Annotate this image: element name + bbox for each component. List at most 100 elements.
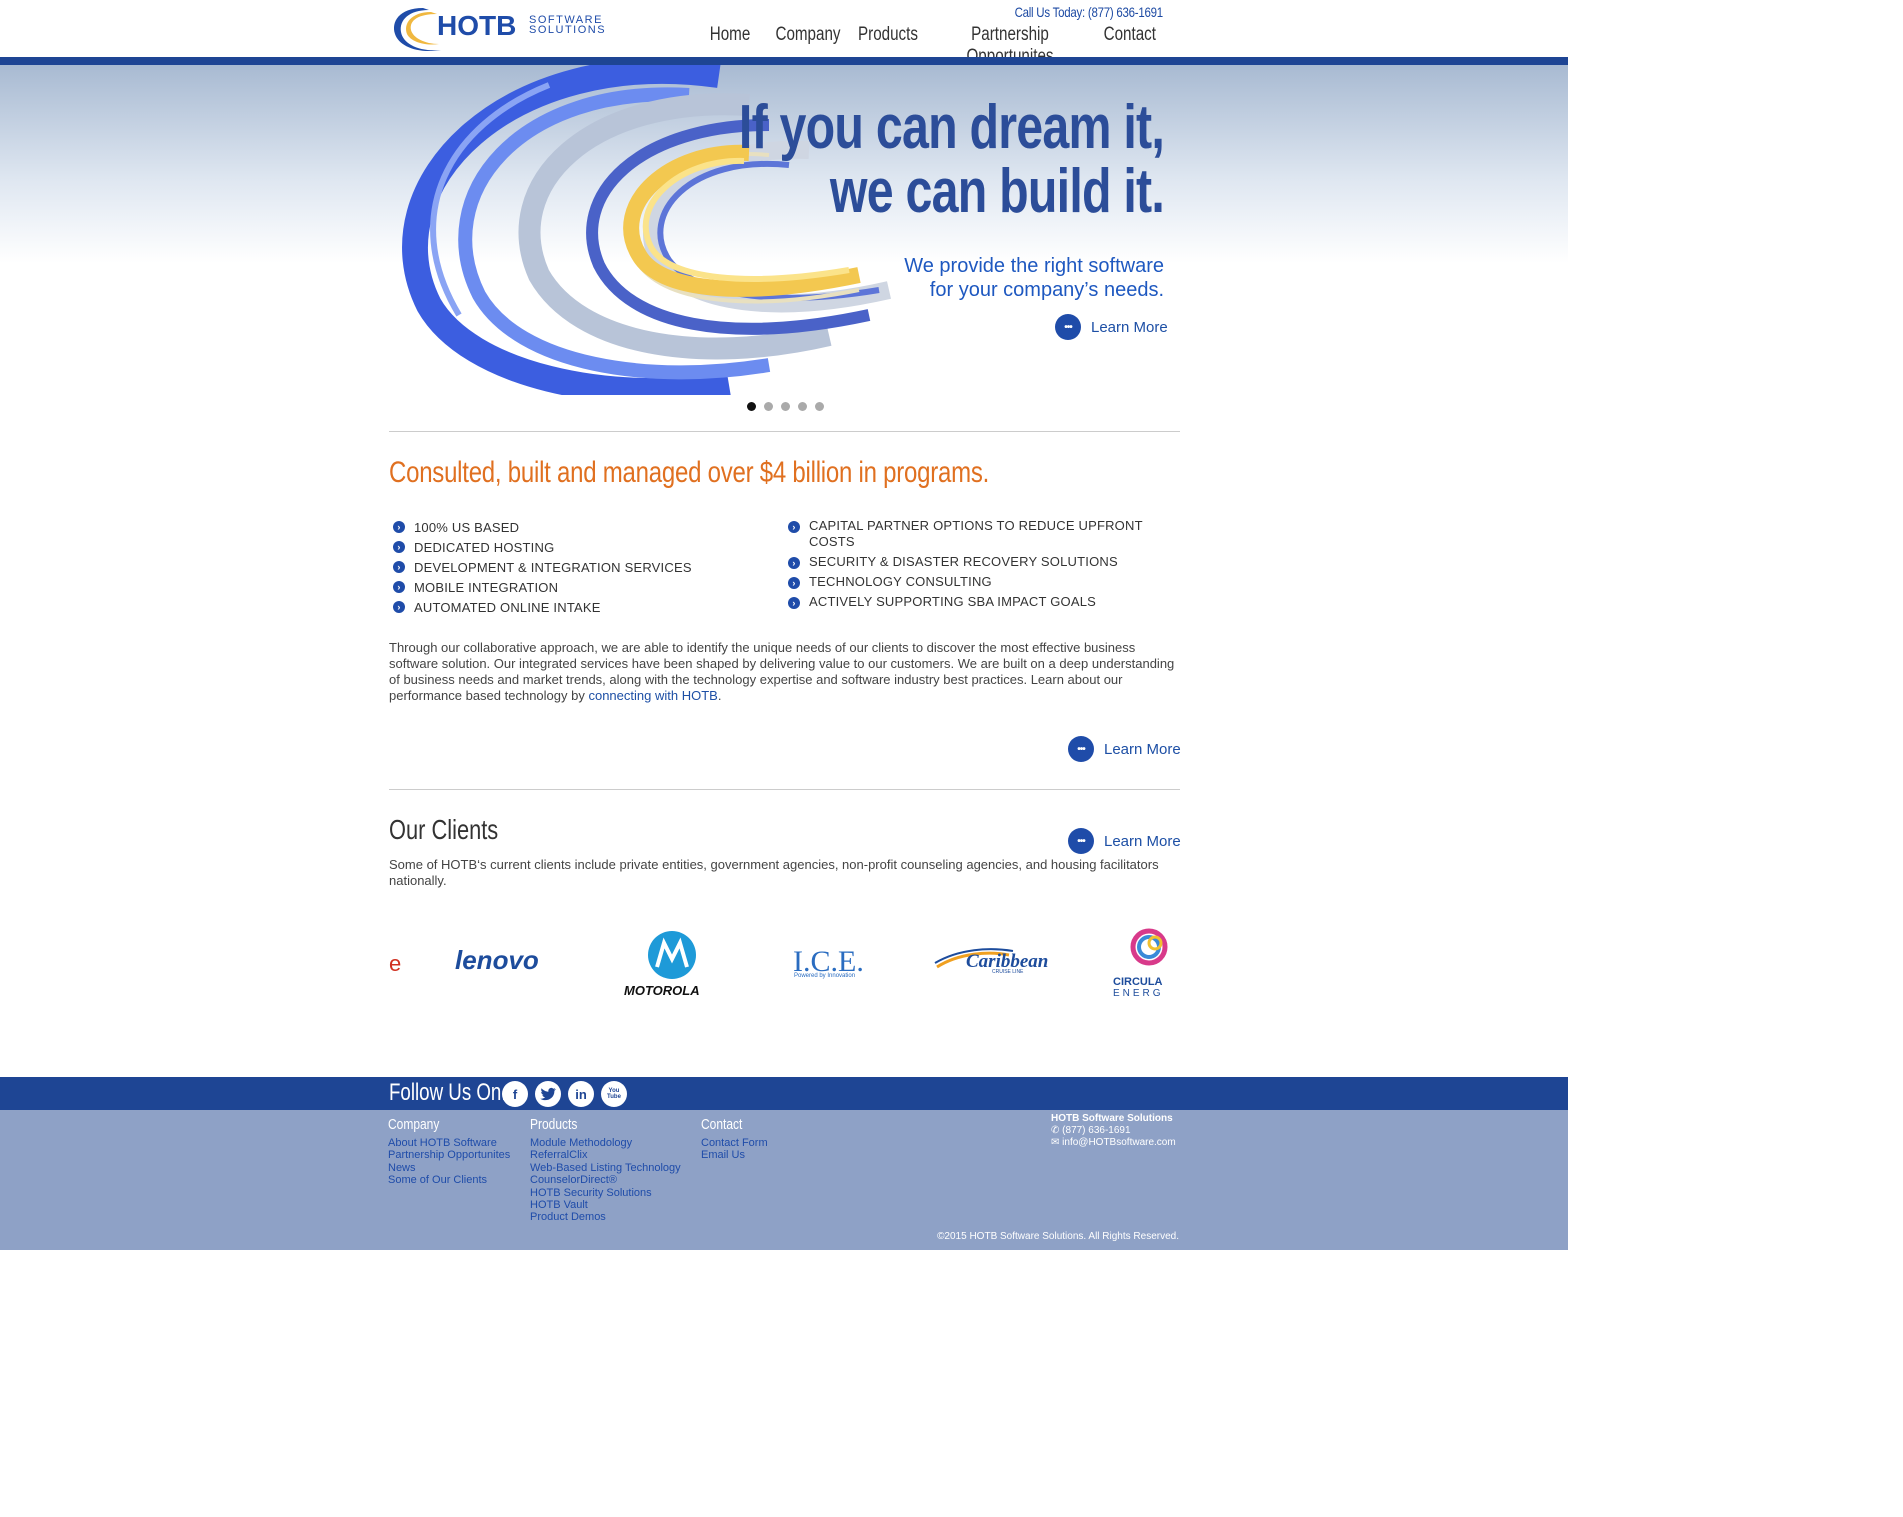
slide-dot-3[interactable] <box>781 402 790 411</box>
programs-learn-more-button[interactable]: ••• Learn More <box>1068 736 1181 762</box>
svg-text:ENERG: ENERG <box>1113 988 1164 999</box>
footer <box>0 1110 1568 1250</box>
footer-link[interactable]: ReferralClix <box>530 1149 681 1161</box>
programs-paragraph: Through our collaborative approach, we a… <box>389 640 1175 703</box>
chevron-right-icon: › <box>393 541 405 553</box>
chevron-right-icon: › <box>788 521 800 533</box>
footer-company-info: HOTB Software Solutions ✆ (877) 636-1691… <box>1051 1113 1176 1149</box>
features-list-right: › CAPITAL PARTNER OPTIONS TO REDUCE UPFRO… <box>784 518 1164 610</box>
hero-learn-more-label: Learn More <box>1091 318 1168 336</box>
partial-client-logo: e <box>389 951 401 976</box>
footer-link[interactable]: HOTB Vault <box>530 1199 681 1211</box>
chevron-right-icon: › <box>788 577 800 589</box>
footer-link[interactable]: Module Methodology <box>530 1137 681 1149</box>
clients-learn-more-button[interactable]: ••• Learn More <box>1068 828 1181 854</box>
list-item: › DEVELOPMENT & INTEGRATION SERVICES <box>389 558 769 578</box>
slide-dot-1[interactable] <box>747 402 756 411</box>
footer-link[interactable]: Contact Form <box>701 1137 768 1149</box>
svg-text:Powered by Innovation: Powered by Innovation <box>794 973 855 979</box>
facebook-icon[interactable]: f <box>502 1081 528 1107</box>
programs-learn-more-label: Learn More <box>1104 740 1181 758</box>
section-divider <box>389 431 1180 432</box>
more-dots-icon: ••• <box>1068 736 1094 762</box>
list-item: › 100% US BASED <box>389 518 769 538</box>
list-item: › SECURITY & DISASTER RECOVERY SOLUTIONS <box>784 554 1164 570</box>
footer-email[interactable]: info@HOTBsoftware.com <box>1062 1137 1176 1148</box>
connecting-link[interactable]: connecting with HOTB <box>588 688 717 703</box>
footer-link[interactable]: Web-Based Listing Technology <box>530 1162 681 1174</box>
slide-dot-2[interactable] <box>764 402 773 411</box>
footer-link[interactable]: News <box>388 1162 510 1174</box>
footer-company-title: Company <box>388 1116 440 1133</box>
chevron-right-icon: › <box>788 557 800 569</box>
footer-link[interactable]: CounselorDirect® <box>530 1174 681 1186</box>
chevron-right-icon: › <box>393 521 405 533</box>
features-list-left: › 100% US BASED › DEDICATED HOSTING › DEVEL… <box>389 518 769 618</box>
svg-text:HOTB: HOTB <box>437 10 516 41</box>
footer-products-column: Products Module Methodology ReferralClix… <box>530 1116 681 1224</box>
hero-headline-line2: we can build it. <box>829 157 1165 226</box>
slide-dot-5[interactable] <box>815 402 824 411</box>
client-logo-carousel: e lenovo MOTOROLA I.C.E. Powered by Inno… <box>389 925 1180 1005</box>
chevron-right-icon: › <box>393 581 405 593</box>
header-phone[interactable]: Call Us Today: (877) 636-1691 <box>1015 4 1164 20</box>
footer-link[interactable]: Email Us <box>701 1149 768 1161</box>
footer-company-column: Company About HOTB Software Partnership … <box>388 1116 510 1187</box>
footer-products-title: Products <box>530 1116 578 1133</box>
caribbean-logo: Caribbean CRUISE LINE <box>934 948 1048 975</box>
envelope-icon: ✉ <box>1051 1137 1060 1148</box>
more-dots-icon: ••• <box>1055 314 1081 340</box>
hero-sub-line2: for your company’s needs. <box>929 279 1164 301</box>
chevron-right-icon: › <box>393 561 405 573</box>
motorola-logo: MOTOROLA <box>624 931 700 998</box>
slider-pagination <box>747 402 824 411</box>
svg-text:CIRCULA: CIRCULA <box>1113 976 1163 988</box>
hero-headline: If you can dream it, we can build it. <box>738 93 1165 226</box>
clients-title: Our Clients <box>389 814 499 845</box>
chevron-right-icon: › <box>393 601 405 613</box>
hero-sub-line1: We provide the right software <box>904 255 1164 277</box>
hotb-logo[interactable]: HOTB SOFTWARE SOLUTIONS <box>389 4 621 54</box>
programs-title: Consulted, built and managed over $4 bil… <box>389 456 990 489</box>
chevron-right-icon: › <box>788 597 800 609</box>
list-item: › MOBILE INTEGRATION <box>389 578 769 598</box>
phone-icon: ✆ <box>1051 1125 1060 1136</box>
footer-link[interactable]: Partnership Opportunites <box>388 1149 510 1161</box>
footer-link[interactable]: Product Demos <box>530 1211 681 1223</box>
svg-text:MOTOROLA: MOTOROLA <box>624 983 700 998</box>
list-item: › DEDICATED HOSTING <box>389 538 769 558</box>
hero-learn-more-button[interactable]: ••• Learn More <box>1055 314 1168 340</box>
copyright: ©2015 HOTB Software Solutions. All Right… <box>937 1231 1179 1242</box>
footer-link[interactable]: Some of Our Clients <box>388 1174 510 1186</box>
svg-text:lenovo: lenovo <box>455 945 539 975</box>
footer-link[interactable]: HOTB Security Solutions <box>530 1187 681 1199</box>
more-dots-icon: ••• <box>1068 828 1094 854</box>
header-divider-bar <box>0 57 1568 65</box>
list-item: › CAPITAL PARTNER OPTIONS TO REDUCE UPFRO… <box>784 518 1164 550</box>
footer-phone[interactable]: (877) 636-1691 <box>1062 1125 1130 1136</box>
slide-dot-4[interactable] <box>798 402 807 411</box>
follow-us-label: Follow Us On... <box>389 1079 517 1106</box>
hero-subheadline: We provide the right software for your c… <box>904 254 1164 302</box>
page: HOTB SOFTWARE SOLUTIONS Call Us Today: (… <box>0 0 1568 1250</box>
section-divider <box>389 789 1180 790</box>
follow-bar <box>0 1077 1568 1110</box>
list-item: › TECHNOLOGY CONSULTING <box>784 574 1164 590</box>
ice-logo: I.C.E. Powered by Innovation <box>793 945 864 979</box>
clients-description: Some of HOTB‘s current clients include p… <box>389 857 1159 888</box>
list-item: › ACTIVELY SUPPORTING SBA IMPACT GOALS <box>784 594 1164 610</box>
lenovo-logo: lenovo <box>455 945 539 975</box>
footer-company-name: HOTB Software Solutions <box>1051 1113 1173 1124</box>
footer-contact-column: Contact Contact Form Email Us <box>701 1116 768 1162</box>
circular-energy-logo: CIRCULA ENERG <box>1113 928 1168 999</box>
twitter-icon[interactable] <box>535 1081 561 1107</box>
youtube-icon[interactable]: You Tube <box>601 1081 627 1107</box>
linkedin-icon[interactable]: in <box>568 1081 594 1107</box>
svg-text:CRUISE LINE: CRUISE LINE <box>992 969 1024 975</box>
footer-link[interactable]: About HOTB Software <box>388 1137 510 1149</box>
svg-text:SOLUTIONS: SOLUTIONS <box>529 24 606 36</box>
footer-contact-title: Contact <box>701 1116 743 1133</box>
list-item: › AUTOMATED ONLINE INTAKE <box>389 598 769 618</box>
hero-headline-line1: If you can dream it, <box>738 93 1165 162</box>
clients-learn-more-label: Learn More <box>1104 832 1181 850</box>
